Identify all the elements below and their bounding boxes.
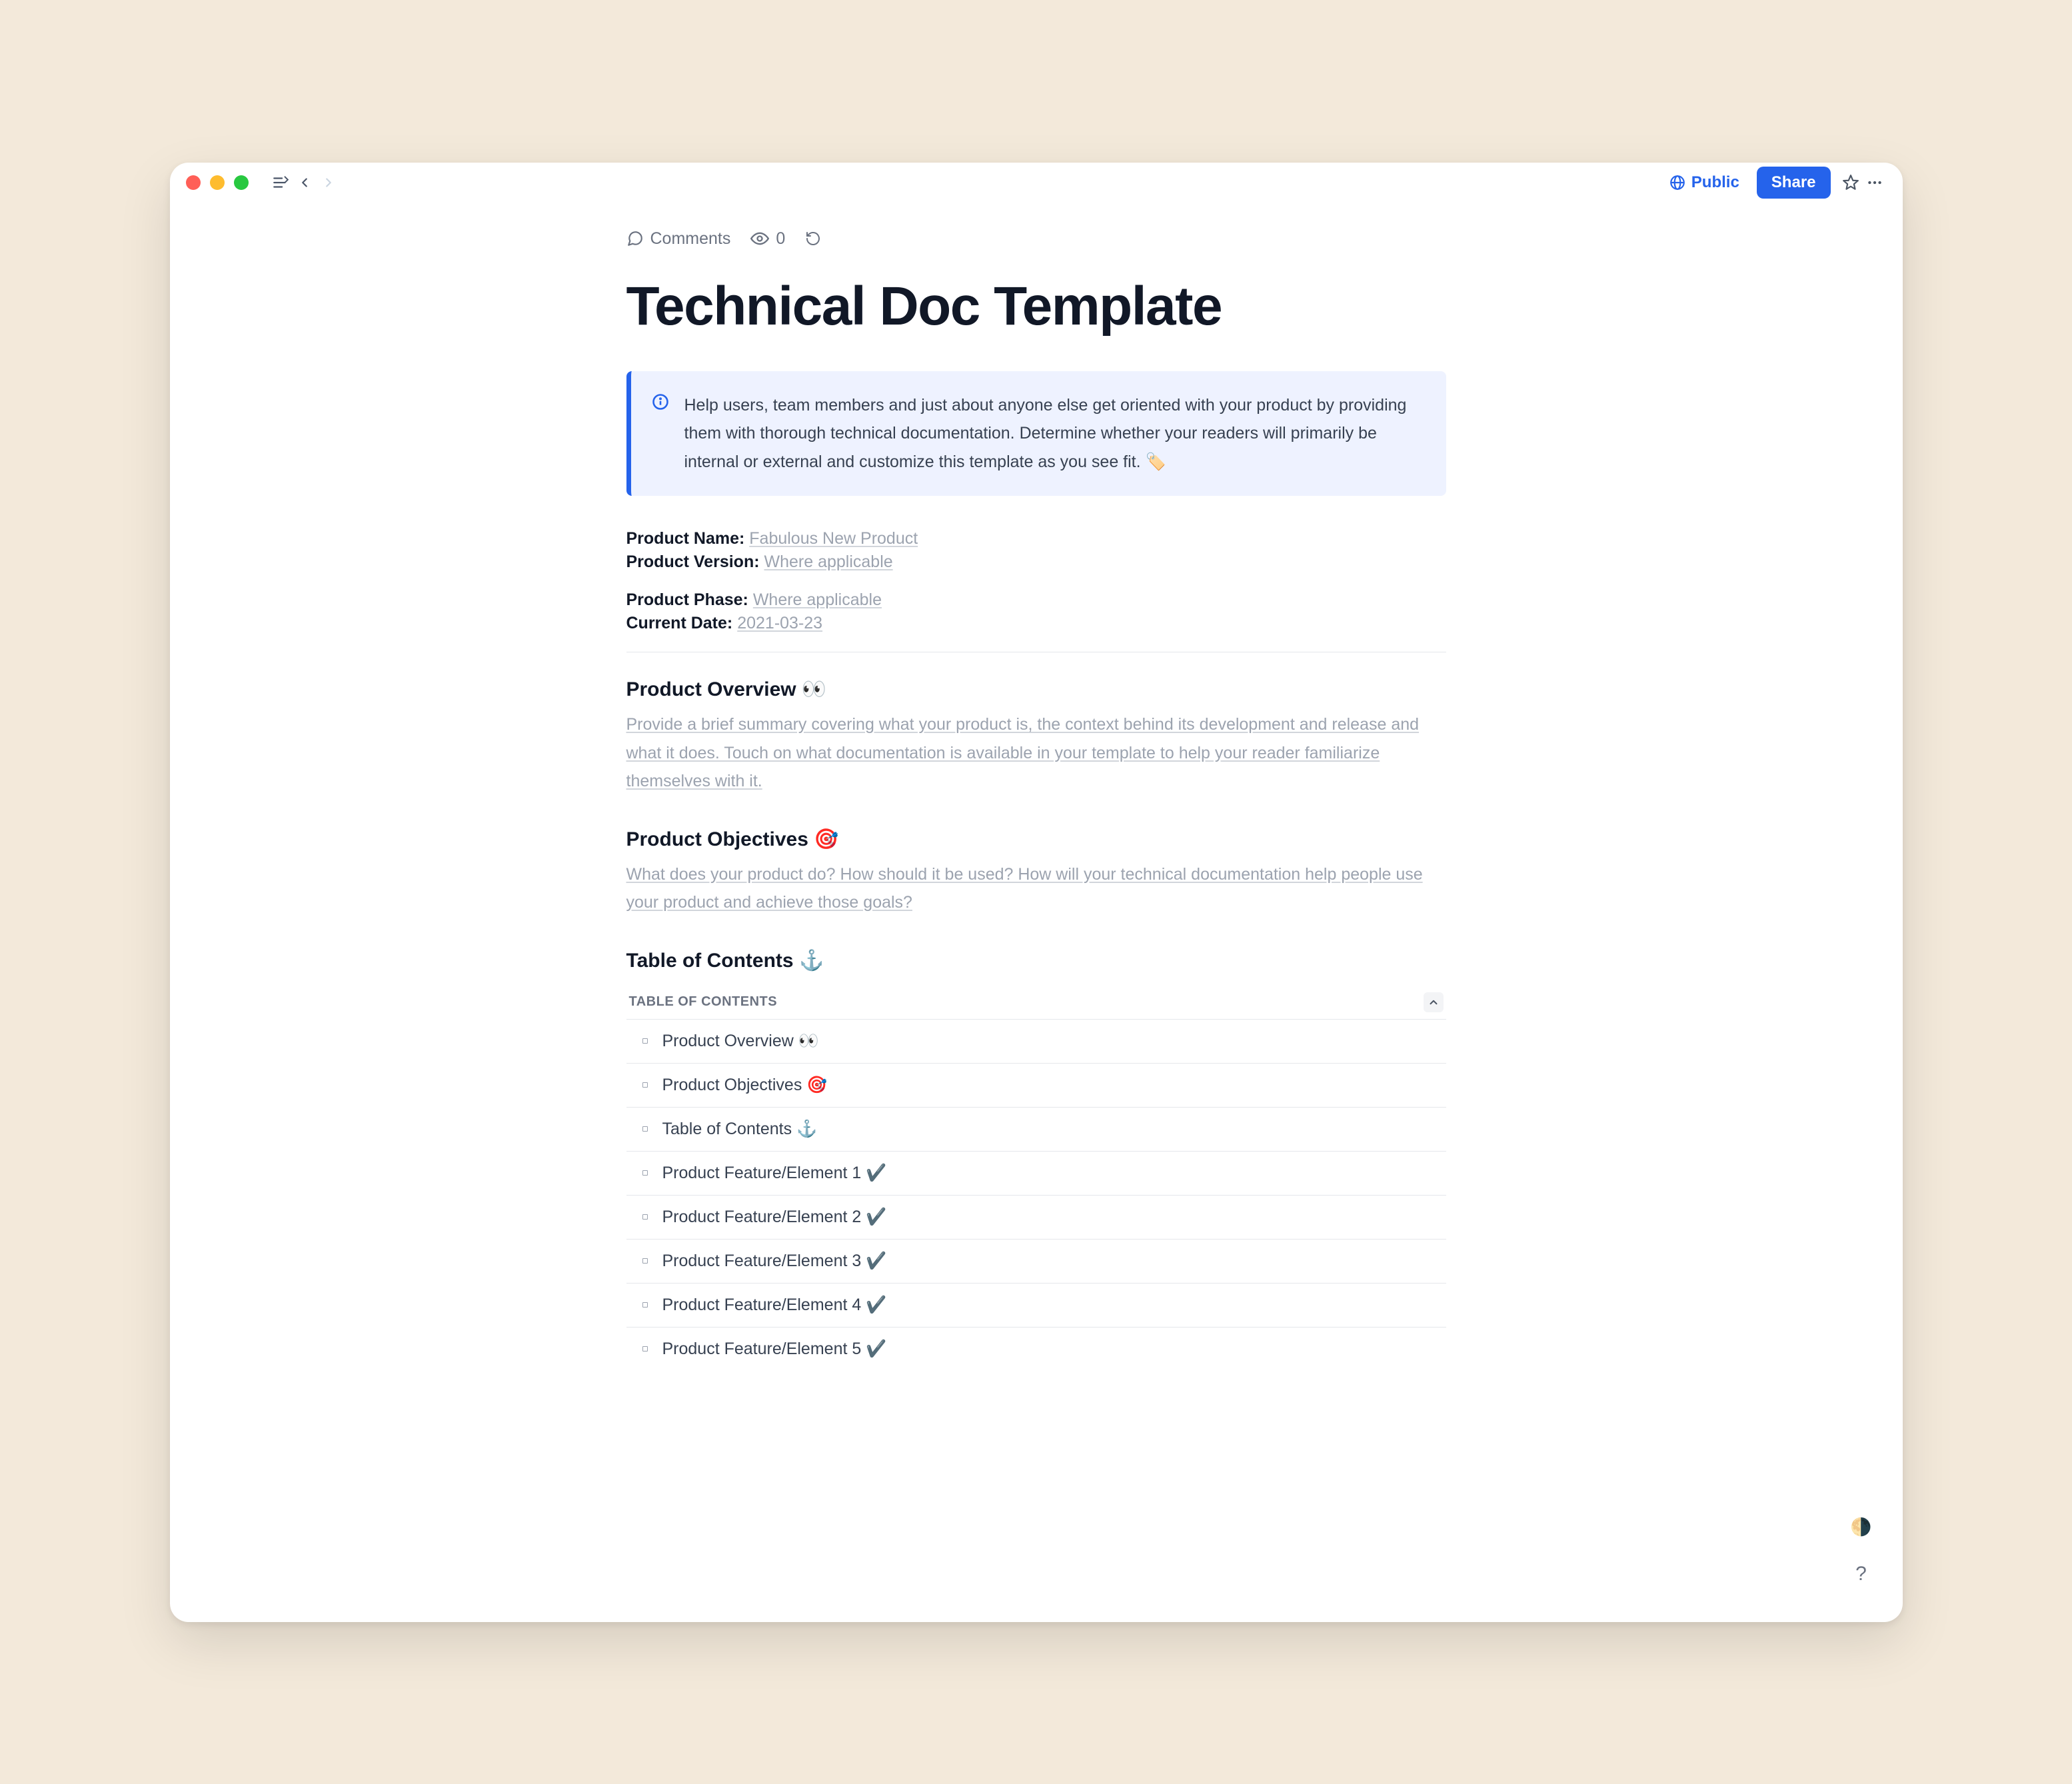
minimize-window-button[interactable] xyxy=(210,175,225,190)
toc-collapse-button[interactable] xyxy=(1424,992,1444,1012)
more-horizontal-icon xyxy=(1866,174,1883,191)
info-callout: Help users, team members and just about … xyxy=(626,371,1446,496)
toc-header-label: TABLE OF CONTENTS xyxy=(629,994,778,1010)
eye-icon xyxy=(750,229,769,248)
document-scroll[interactable]: Comments 0 Technical Doc Template Help u… xyxy=(170,203,1903,1622)
toc-header: TABLE OF CONTENTS xyxy=(626,982,1446,1019)
product-phase-value: Where applicable xyxy=(753,590,882,609)
maximize-window-button[interactable] xyxy=(234,175,249,190)
toc-item[interactable]: Product Overview 👀 xyxy=(626,1019,1446,1063)
theme-toggle-button[interactable]: 🌗 xyxy=(1847,1513,1876,1542)
product-version-value: Where applicable xyxy=(764,552,893,571)
toggle-sidebar-button[interactable] xyxy=(269,171,293,195)
section-overview-body[interactable]: Provide a brief summary covering what yo… xyxy=(626,710,1446,796)
comments-label: Comments xyxy=(650,229,731,249)
toc-item[interactable]: Product Feature/Element 1 ✔️ xyxy=(626,1151,1446,1195)
product-version-field[interactable]: Product Version: Where applicable xyxy=(626,552,1446,572)
product-name-field[interactable]: Product Name: Fabulous New Product xyxy=(626,529,1446,548)
bullet-icon xyxy=(642,1170,648,1176)
star-icon xyxy=(1842,174,1859,191)
section-objectives-heading[interactable]: Product Objectives 🎯 xyxy=(626,828,1446,851)
product-name-label: Product Name: xyxy=(626,529,745,548)
titlebar: Public Share xyxy=(170,163,1903,203)
toc-item-label: Product Feature/Element 1 ✔️ xyxy=(662,1164,887,1183)
close-window-button[interactable] xyxy=(186,175,201,190)
field-group-2: Product Phase: Where applicable Current … xyxy=(626,590,1446,633)
comment-icon xyxy=(626,230,644,247)
sidebar-toggle-icon xyxy=(272,174,289,191)
bullet-icon xyxy=(642,1126,648,1132)
visibility-public-button[interactable]: Public xyxy=(1659,168,1749,197)
bullet-icon xyxy=(642,1346,648,1351)
moon-icon: 🌗 xyxy=(1850,1517,1871,1537)
nav-back-button[interactable] xyxy=(293,171,317,195)
current-date-value: 2021-03-23 xyxy=(737,614,822,632)
product-name-value: Fabulous New Product xyxy=(749,529,918,548)
toc-item-label: Product Feature/Element 4 ✔️ xyxy=(662,1296,887,1315)
globe-icon xyxy=(1669,174,1686,191)
toc-item[interactable]: Product Feature/Element 3 ✔️ xyxy=(626,1239,1446,1283)
bullet-icon xyxy=(642,1038,648,1044)
field-group-1: Product Name: Fabulous New Product Produ… xyxy=(626,529,1446,572)
product-phase-label: Product Phase: xyxy=(626,590,748,609)
toc-item[interactable]: Table of Contents ⚓ xyxy=(626,1107,1446,1151)
toc-item[interactable]: Product Feature/Element 5 ✔️ xyxy=(626,1327,1446,1371)
toc-item-label: Product Feature/Element 3 ✔️ xyxy=(662,1252,887,1271)
toc-item-label: Product Feature/Element 2 ✔️ xyxy=(662,1208,887,1227)
bullet-icon xyxy=(642,1302,648,1308)
toc-item-label: Product Objectives 🎯 xyxy=(662,1076,828,1095)
bullet-icon xyxy=(642,1082,648,1088)
toc-item[interactable]: Product Feature/Element 2 ✔️ xyxy=(626,1195,1446,1239)
help-icon: ? xyxy=(1855,1563,1867,1585)
toc-item-label: Product Overview 👀 xyxy=(662,1032,819,1051)
comments-button[interactable]: Comments xyxy=(626,229,731,249)
current-date-field[interactable]: Current Date: 2021-03-23 xyxy=(626,614,1446,633)
section-overview-heading[interactable]: Product Overview 👀 xyxy=(626,678,1446,701)
bullet-icon xyxy=(642,1258,648,1264)
toc-item[interactable]: Product Feature/Element 4 ✔️ xyxy=(626,1283,1446,1327)
section-objectives-body[interactable]: What does your product do? How should it… xyxy=(626,860,1446,917)
nav-forward-button[interactable] xyxy=(317,171,341,195)
chevron-left-icon xyxy=(297,175,312,190)
refresh-icon xyxy=(805,231,821,247)
info-icon xyxy=(651,393,670,476)
doc-meta-row: Comments 0 xyxy=(626,229,1446,249)
toc-list: Product Overview 👀 Product Objectives 🎯 … xyxy=(626,1019,1446,1371)
product-phase-field[interactable]: Product Phase: Where applicable xyxy=(626,590,1446,610)
section-toc-heading[interactable]: Table of Contents ⚓ xyxy=(626,949,1446,972)
views-counter[interactable]: 0 xyxy=(750,229,785,249)
more-options-button[interactable] xyxy=(1863,171,1887,195)
chevron-right-icon xyxy=(321,175,336,190)
document-body: Comments 0 Technical Doc Template Help u… xyxy=(626,203,1446,1371)
share-button[interactable]: Share xyxy=(1757,167,1831,199)
product-version-label: Product Version: xyxy=(626,552,760,571)
bullet-icon xyxy=(642,1214,648,1220)
views-count: 0 xyxy=(776,229,785,249)
toc-widget: TABLE OF CONTENTS Product Overview 👀 Pro… xyxy=(626,982,1446,1371)
callout-text[interactable]: Help users, team members and just about … xyxy=(684,391,1422,476)
toc-item[interactable]: Product Objectives 🎯 xyxy=(626,1063,1446,1107)
help-button[interactable]: ? xyxy=(1847,1559,1876,1589)
page-title[interactable]: Technical Doc Template xyxy=(626,275,1446,338)
visibility-label: Public xyxy=(1691,173,1739,192)
app-window: Public Share Comments 0 xyxy=(170,163,1903,1622)
toc-item-label: Table of Contents ⚓ xyxy=(662,1120,818,1139)
chevron-up-icon xyxy=(1428,996,1440,1008)
favorite-button[interactable] xyxy=(1839,171,1863,195)
refresh-button[interactable] xyxy=(805,231,821,247)
current-date-label: Current Date: xyxy=(626,614,733,632)
window-controls xyxy=(186,175,249,190)
toc-item-label: Product Feature/Element 5 ✔️ xyxy=(662,1339,887,1359)
